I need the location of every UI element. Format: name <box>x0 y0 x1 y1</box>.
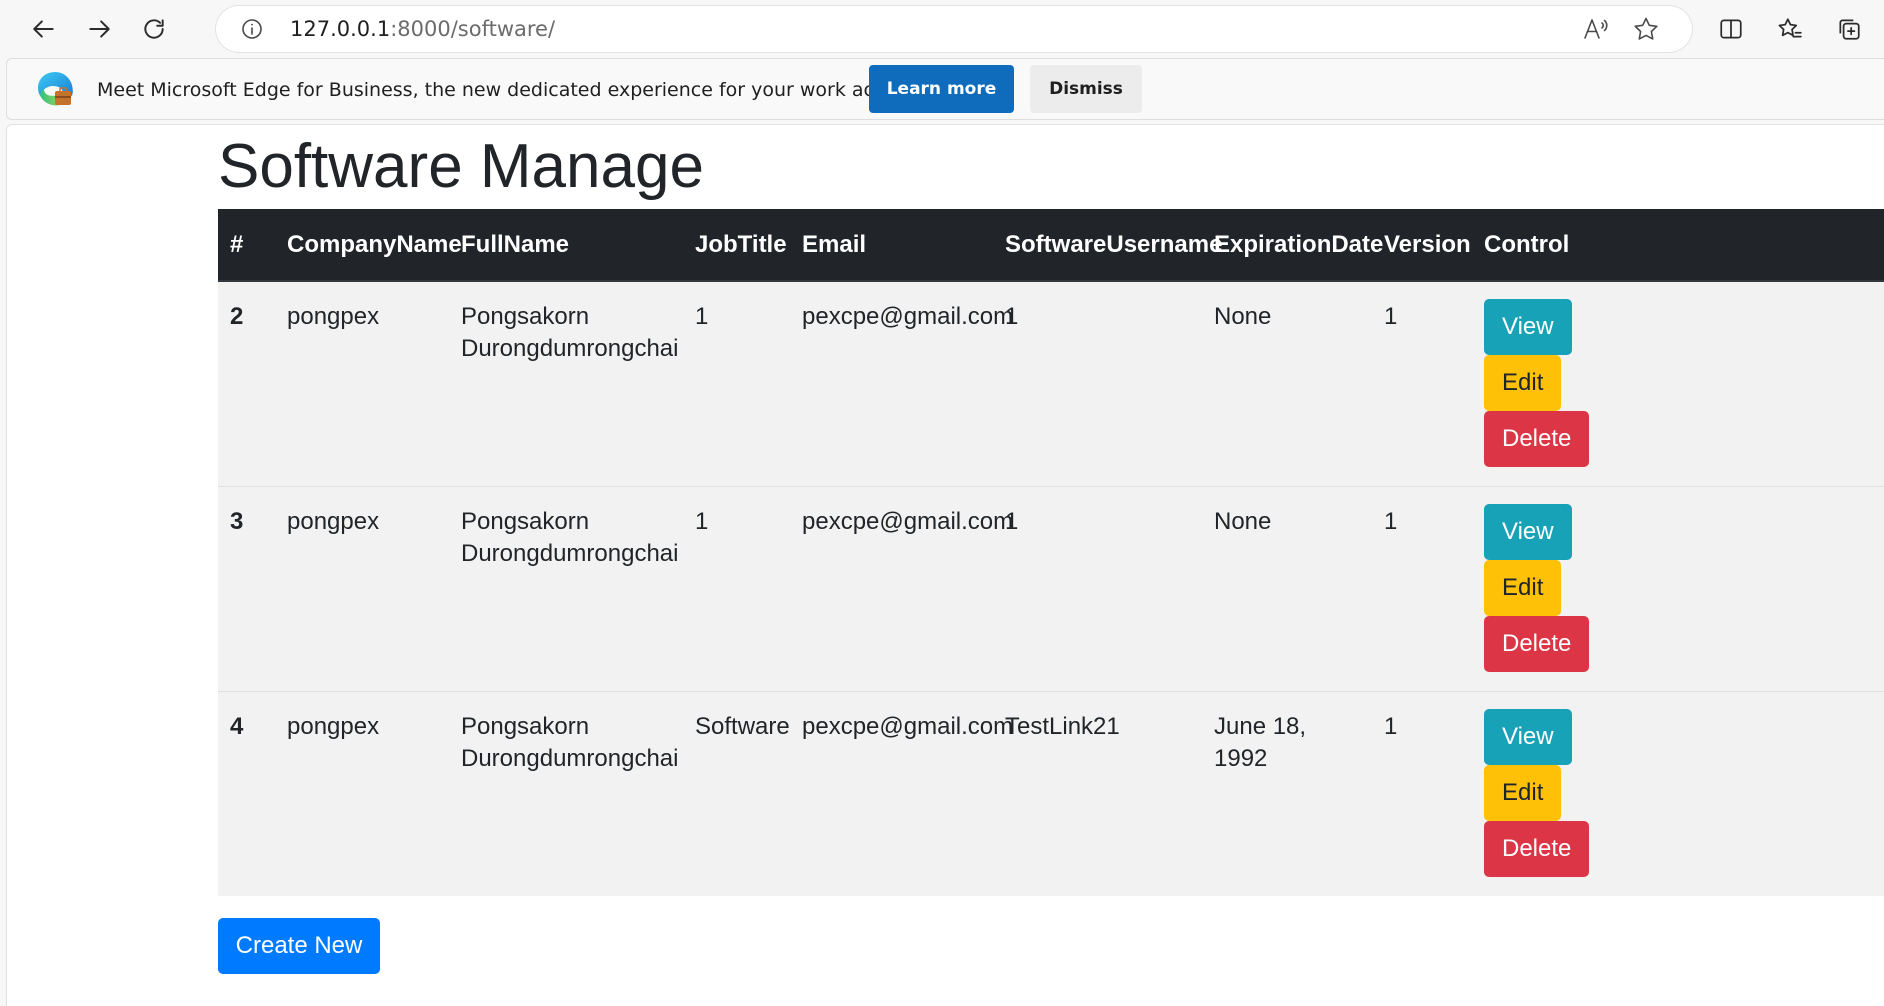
column-header-control: Control <box>1472 209 1884 282</box>
table-row: 4 pongpex Pongsakorn Durongdumrongchai S… <box>218 690 1884 896</box>
column-header-jobtitle: JobTitle <box>683 209 790 282</box>
cell-email: pexcpe@gmail.com <box>790 485 1013 691</box>
column-header-software-username: SoftwareUsername <box>993 209 1222 282</box>
table-header-row: # CompanyName FullName JobTitle Email So… <box>218 209 1884 282</box>
url-text[interactable]: 127.0.0.1:8000/software/ <box>290 16 555 42</box>
infobar-message: Meet Microsoft Edge for Business, the ne… <box>97 79 934 101</box>
cell-version: 1 <box>1372 280 1472 486</box>
view-button[interactable]: View <box>1484 299 1572 355</box>
forward-arrow-icon[interactable] <box>79 9 119 49</box>
cell-jobtitle: 1 <box>683 485 790 691</box>
split-screen-icon[interactable] <box>1711 9 1751 49</box>
cell-fullname: Pongsakorn Durongdumrongchai <box>449 690 683 896</box>
cell-company: pongpex <box>275 485 449 691</box>
info-icon[interactable] <box>240 17 264 41</box>
read-aloud-icon[interactable] <box>1582 16 1610 42</box>
edge-business-logo-icon <box>38 72 73 106</box>
column-header-fullname: FullName <box>449 209 683 282</box>
edit-button[interactable]: Edit <box>1484 764 1562 821</box>
dismiss-button[interactable]: Dismiss <box>1030 65 1142 113</box>
edit-button[interactable]: Edit <box>1484 559 1562 616</box>
star-icon[interactable] <box>1632 16 1660 42</box>
cell-id: 2 <box>218 280 275 486</box>
delete-button[interactable]: Delete <box>1484 411 1590 467</box>
column-header-company: CompanyName <box>275 209 462 282</box>
column-header-expiration-date: ExpirationDate <box>1202 209 1383 282</box>
software-table: # CompanyName FullName JobTitle Email So… <box>218 209 1884 896</box>
cell-expiration-date: June 18, 1992 <box>1202 690 1372 896</box>
cell-jobtitle: Software <box>683 690 790 896</box>
cell-fullname: Pongsakorn Durongdumrongchai <box>449 485 683 691</box>
cell-email: pexcpe@gmail.com <box>790 280 1013 486</box>
create-new-button[interactable]: Create New <box>218 918 380 974</box>
cell-software-username: 1 <box>993 485 1202 691</box>
cell-fullname: Pongsakorn Durongdumrongchai <box>449 280 683 486</box>
cell-email: pexcpe@gmail.com <box>790 690 1013 896</box>
cell-software-username: 1 <box>993 280 1202 486</box>
view-button[interactable]: View <box>1484 708 1572 765</box>
table-row: 3 pongpex Pongsakorn Durongdumrongchai 1… <box>218 485 1884 691</box>
reload-icon[interactable] <box>134 9 174 49</box>
cell-id: 4 <box>218 690 275 896</box>
cell-software-username: TestLink21 <box>993 690 1202 896</box>
edge-business-infobar: Meet Microsoft Edge for Business, the ne… <box>6 58 1884 120</box>
cell-version: 1 <box>1372 485 1472 691</box>
delete-button[interactable]: Delete <box>1484 820 1590 877</box>
collections-icon[interactable] <box>1829 9 1869 49</box>
cell-control: View Edit Delete <box>1472 485 1884 691</box>
cell-company: pongpex <box>275 690 449 896</box>
browser-toolbar: 127.0.0.1:8000/software/ <box>0 0 1884 58</box>
page-title: Software Manage <box>218 132 704 201</box>
cell-version: 1 <box>1372 690 1472 896</box>
address-bar[interactable]: 127.0.0.1:8000/software/ <box>216 6 1692 52</box>
cell-control: View Edit Delete <box>1472 280 1884 486</box>
column-header-index: # <box>218 209 275 282</box>
cell-company: pongpex <box>275 280 449 486</box>
view-button[interactable]: View <box>1484 503 1572 560</box>
favorites-icon[interactable] <box>1770 9 1810 49</box>
column-header-version: Version <box>1372 209 1472 282</box>
delete-button[interactable]: Delete <box>1484 615 1590 672</box>
cell-control: View Edit Delete <box>1472 690 1884 896</box>
table-row: 2 pongpex Pongsakorn Durongdumrongchai 1… <box>218 280 1884 486</box>
page-viewport: Software Manage # CompanyName FullName J… <box>6 124 1884 1006</box>
cell-expiration-date: None <box>1202 485 1372 691</box>
cell-jobtitle: 1 <box>683 280 790 486</box>
cell-id: 3 <box>218 485 275 691</box>
cell-expiration-date: None <box>1202 280 1372 486</box>
back-arrow-icon[interactable] <box>24 9 64 49</box>
edit-button[interactable]: Edit <box>1484 355 1562 411</box>
learn-more-button[interactable]: Learn more <box>869 65 1014 113</box>
column-header-email: Email <box>790 209 993 282</box>
